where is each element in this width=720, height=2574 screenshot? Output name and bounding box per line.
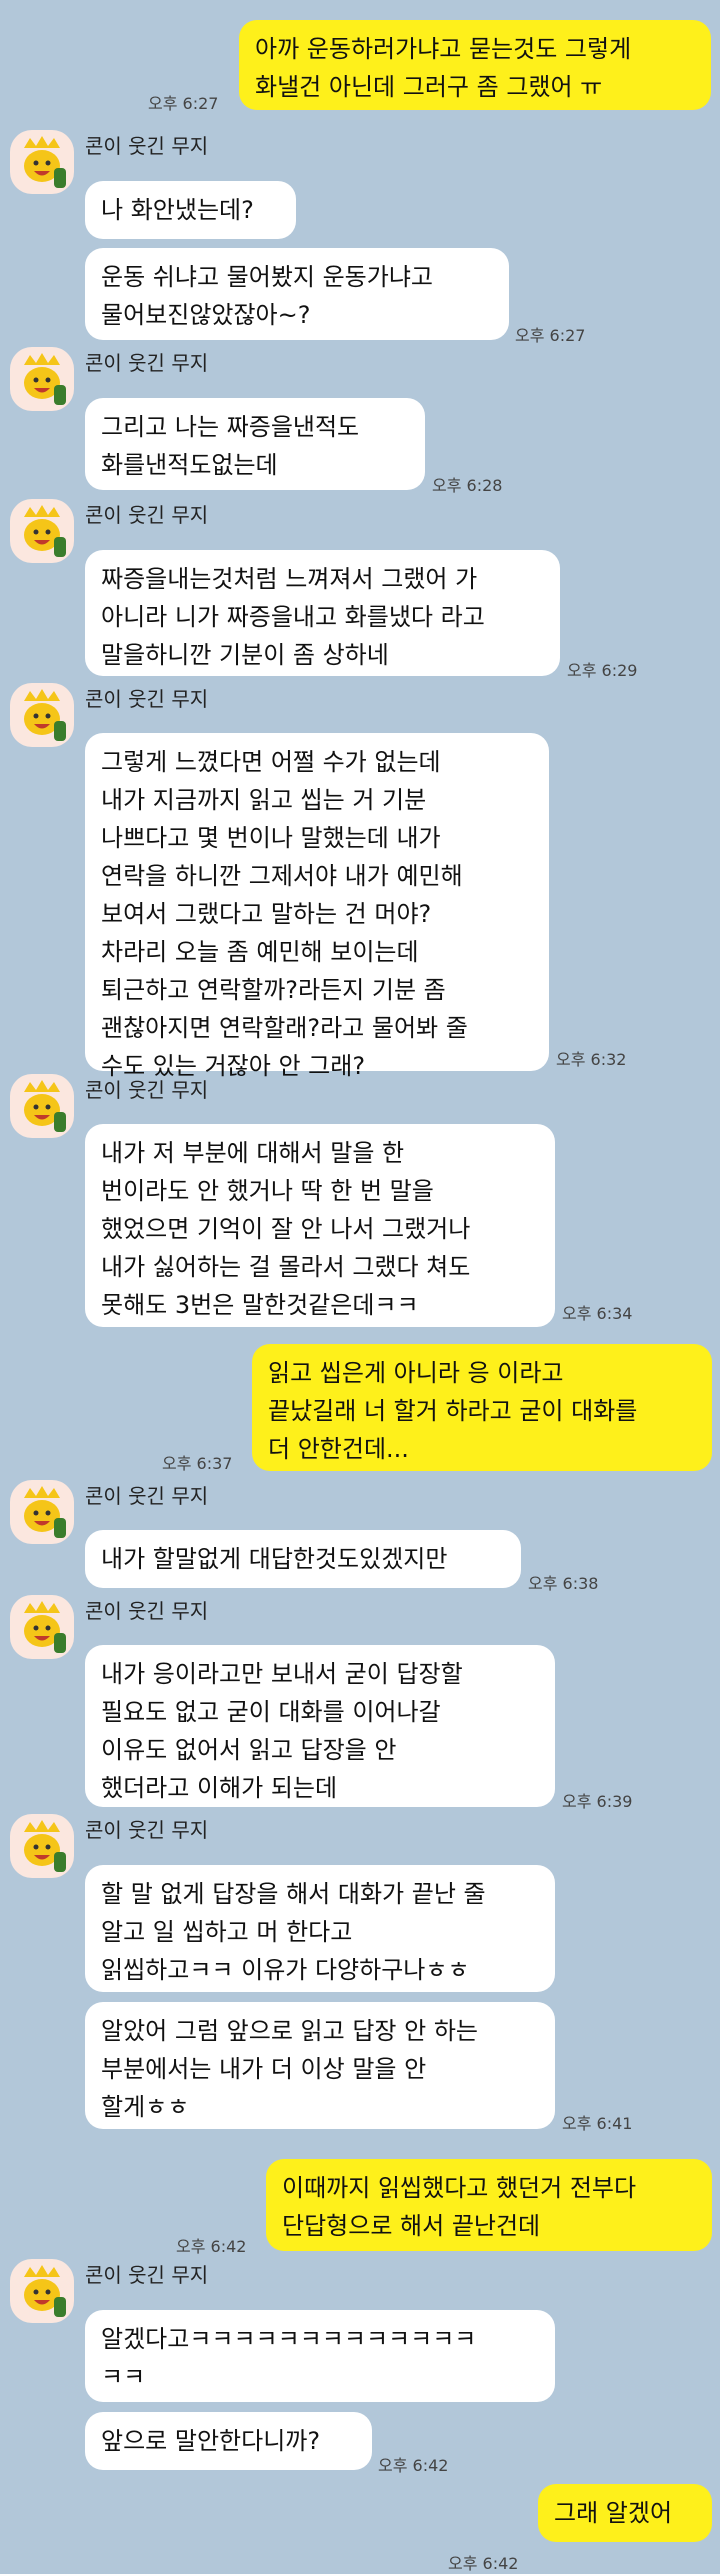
incoming-message-bubble[interactable]: 알겠다고ㅋㅋㅋㅋㅋㅋㅋㅋㅋㅋㅋㅋㅋ ㅋㅋ (85, 2310, 555, 2402)
message-timestamp: 오후 6:42 (176, 2237, 247, 2256)
avatar[interactable] (10, 1814, 74, 1878)
sender-name: 콘이 웃긴 무지 (85, 134, 209, 158)
message-timestamp: 오후 6:27 (148, 94, 219, 113)
incoming-message-bubble[interactable]: 내가 저 부분에 대해서 말을 한 번이라도 안 했거나 딱 한 번 말을 했었… (85, 1124, 555, 1327)
avatar[interactable] (10, 683, 74, 747)
message-timestamp: 오후 6:27 (515, 326, 586, 345)
incoming-message-bubble[interactable]: 내가 응이라고만 보내서 굳이 답장할 필요도 없고 굳이 대화를 이어나갈 이… (85, 1645, 555, 1807)
incoming-message-bubble[interactable]: 운동 쉬냐고 물어봤지 운동가냐고 물어보진않았잖아~? (85, 248, 509, 340)
sender-name: 콘이 웃긴 무지 (85, 1818, 209, 1842)
incoming-message-bubble[interactable]: 짜증을내는것처럼 느껴져서 그랬어 가 아니라 니가 짜증을내고 화를냈다 라고… (85, 550, 560, 676)
message-timestamp: 오후 6:42 (448, 2554, 519, 2573)
avatar[interactable] (10, 2259, 74, 2323)
message-timestamp: 오후 6:37 (162, 1454, 233, 1473)
incoming-message-bubble[interactable]: 그렇게 느꼈다면 어쩔 수가 없는데 내가 지금까지 읽고 씹는 거 기분 나쁘… (85, 733, 549, 1080)
incoming-message-bubble[interactable]: 그리고 나는 짜증을낸적도 화를낸적도없는데 (85, 398, 425, 490)
message-timestamp: 오후 6:42 (378, 2456, 449, 2475)
sender-name: 콘이 웃긴 무지 (85, 503, 209, 527)
outgoing-message-bubble[interactable]: 이때까지 읽씹했다고 했던거 전부다 단답형으로 해서 끝난건데 (266, 2159, 712, 2251)
sender-name: 콘이 웃긴 무지 (85, 1599, 209, 1623)
message-timestamp: 오후 6:39 (562, 1792, 633, 1811)
sender-name: 콘이 웃긴 무지 (85, 1484, 209, 1508)
outgoing-message-bubble[interactable]: 그래 알겠어 (538, 2484, 712, 2542)
sender-name: 콘이 웃긴 무지 (85, 2263, 209, 2287)
sender-name: 콘이 웃긴 무지 (85, 351, 209, 375)
incoming-message-bubble[interactable]: 앞으로 말안한다니까? (85, 2412, 372, 2470)
incoming-message-bubble[interactable]: 내가 할말없게 대답한것도있겠지만 (85, 1530, 521, 1588)
avatar[interactable] (10, 347, 74, 411)
message-timestamp: 오후 6:41 (562, 2114, 633, 2133)
incoming-message-bubble[interactable]: 할 말 없게 답장을 해서 대화가 끝난 줄 알고 일 씹하고 머 한다고 읽씹… (85, 1865, 555, 1992)
avatar[interactable] (10, 1480, 74, 1544)
message-timestamp: 오후 6:29 (567, 661, 638, 680)
avatar[interactable] (10, 499, 74, 563)
sender-name: 콘이 웃긴 무지 (85, 687, 209, 711)
message-timestamp: 오후 6:32 (556, 1050, 627, 1069)
incoming-message-bubble[interactable]: 알았어 그럼 앞으로 읽고 답장 안 하는 부분에서는 내가 더 이상 말을 안… (85, 2002, 555, 2129)
avatar[interactable] (10, 130, 74, 194)
message-timestamp: 오후 6:28 (432, 476, 503, 495)
avatar[interactable] (10, 1074, 74, 1138)
outgoing-message-bubble[interactable]: 읽고 씹은게 아니라 응 이라고 끝났길래 너 할거 하라고 굳이 대화를 더 … (252, 1344, 712, 1471)
message-timestamp: 오후 6:38 (528, 1574, 599, 1593)
outgoing-message-bubble[interactable]: 아까 운동하러가냐고 묻는것도 그렇게 화낼건 아닌데 그러구 좀 그랬어 ㅠ (239, 20, 711, 110)
incoming-message-bubble[interactable]: 나 화안냈는데? (85, 181, 296, 239)
avatar[interactable] (10, 1595, 74, 1659)
message-timestamp: 오후 6:34 (562, 1304, 633, 1323)
